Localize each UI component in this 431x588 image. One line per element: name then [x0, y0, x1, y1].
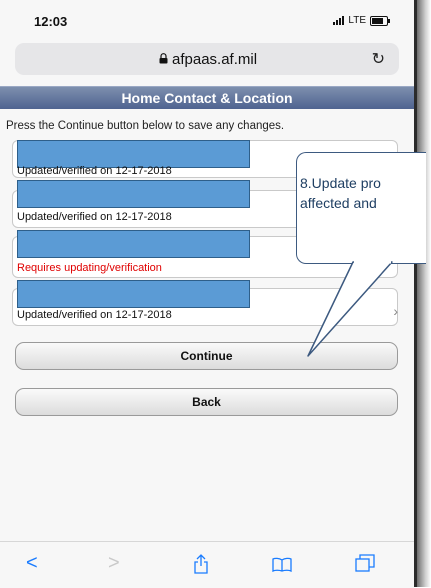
phone-screen: 12:03 LTE afpaas.af.mil ↻ Home Contact &…	[0, 0, 417, 588]
status-indicators: LTE	[333, 15, 390, 26]
browser-toolbar: < >	[0, 541, 414, 588]
lock-icon	[159, 53, 168, 64]
bookmarks-icon[interactable]	[272, 557, 292, 572]
status-time: 12:03	[34, 14, 68, 29]
reload-icon[interactable]: ↻	[372, 49, 385, 69]
item-status-2: Updated/verified on 12-17-2018	[17, 211, 172, 223]
tabs-icon[interactable]	[355, 554, 375, 572]
callout-text: 8.Update pro affected and	[300, 173, 417, 213]
battery-icon	[370, 15, 390, 26]
item-status-4: Updated/verified on 12-17-2018	[17, 309, 172, 321]
share-icon[interactable]	[193, 554, 209, 574]
url-bar[interactable]: afpaas.af.mil ↻	[15, 43, 399, 75]
window-edge-shadow	[417, 0, 431, 587]
back-button[interactable]: Back	[15, 388, 398, 416]
signal-icon	[333, 16, 345, 25]
item-status-3: Requires updating/verification	[17, 262, 162, 274]
url-text: afpaas.af.mil	[172, 51, 258, 68]
callout-line-1: 8.Update pro	[300, 175, 381, 191]
callout-line-2: affected and	[300, 195, 377, 211]
forward-icon[interactable]: >	[108, 552, 120, 575]
back-icon[interactable]: <	[26, 552, 38, 575]
item-status-1: Updated/verified on 12-17-2018	[17, 165, 172, 177]
redaction-box	[17, 280, 250, 308]
chevron-right-icon[interactable]: ›	[393, 303, 398, 319]
instructions-text: Press the Continue button below to save …	[6, 120, 285, 132]
status-bar: 12:03 LTE	[0, 0, 414, 38]
page-header: Home Contact & Location	[0, 86, 414, 109]
network-label: LTE	[348, 15, 366, 26]
page-title: Home Contact & Location	[121, 90, 293, 106]
redaction-box	[17, 180, 250, 208]
redaction-box	[17, 230, 250, 258]
redaction-box	[17, 140, 250, 168]
continue-button[interactable]: Continue	[15, 342, 398, 370]
